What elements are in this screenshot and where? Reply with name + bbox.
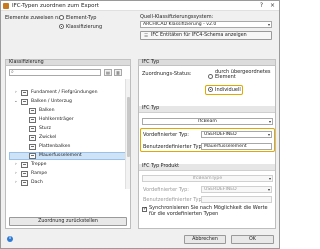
help-icon[interactable]: ?: [257, 2, 266, 10]
userdefined-type-label: Benutzerdefinierter Typ:: [143, 144, 204, 150]
product-predefined-select[interactable]: USERDEFINED ▾: [201, 186, 272, 193]
chevron-down-icon: ▾: [268, 176, 271, 181]
sync-checkbox[interactable]: [142, 206, 147, 212]
class-folder-icon: [21, 99, 28, 105]
search-input[interactable]: ⌕: [9, 69, 101, 76]
tree-item[interactable]: Plattenbalken: [9, 143, 129, 151]
ifc-entities-button[interactable]: ☰ IFC Entitäten für IFC4-Schema anzeigen: [140, 31, 272, 40]
ifc-type-header: IFC Typ: [138, 59, 276, 66]
tree-item-label: Treppe: [31, 162, 47, 167]
expand-all-button[interactable]: ▥: [114, 69, 122, 76]
radio-classification-label: Klassifizierung: [66, 24, 103, 30]
chevron-down-icon: ▾: [267, 187, 270, 192]
list-icon: ☰: [144, 34, 149, 39]
ifc-product-entity-select[interactable]: IfcBeamType ▾: [142, 175, 273, 182]
chevron-down-icon: ▾: [268, 119, 271, 124]
assign-label: Elemente zuweisen nac: [5, 15, 65, 21]
tree-item[interactable]: › Fundament / Fiefgründungen: [9, 89, 129, 97]
tree-item-label: Dach: [31, 180, 43, 185]
reset-assignment-button[interactable]: Zuordnung zurückstellen: [9, 217, 127, 226]
product-userdefined-input[interactable]: [201, 196, 272, 203]
chevron-right-icon: ›: [15, 171, 17, 176]
tree-item[interactable]: Hohlkernträger: [9, 116, 129, 124]
class-item-icon: [29, 153, 36, 159]
chevron-down-icon: ▾: [267, 132, 270, 137]
class-folder-icon: [21, 90, 28, 96]
dialog-window: IFC-Typen zuordnen zum Export ? × Elemen…: [0, 0, 280, 249]
tree-item-label: Zwickel: [39, 135, 57, 140]
tree-item-label: Plattenbalken: [39, 144, 71, 149]
classification-header: Klassifizierung: [5, 59, 131, 66]
window-title: IFC-Typen zuordnen zum Export: [12, 3, 99, 9]
tree-item[interactable]: › Rampe: [9, 170, 129, 178]
chevron-down-icon: ⌄: [14, 99, 18, 104]
tree-item-selected[interactable]: Mauerfusselement: [9, 152, 129, 160]
radio-individual-label: Individuell: [215, 87, 241, 93]
product-predefined-value: USERDEFINED: [204, 187, 237, 192]
source-label: Quell-Klassifizierungssystem:: [140, 14, 214, 20]
tree-item-label: Balken / Unterzug: [31, 99, 72, 104]
tree-item[interactable]: › Treppe: [9, 161, 129, 169]
class-folder-icon: [21, 162, 28, 168]
source-system-select[interactable]: ARCHICAD Klassifizierung - v2.0 ▾: [140, 21, 272, 28]
collapse-all-button[interactable]: ▤: [104, 69, 112, 76]
ifc-entity-select[interactable]: IfcBeam ▾: [142, 118, 273, 125]
tree-item-label: Hohlkernträger: [39, 117, 74, 122]
class-folder-icon: [21, 180, 28, 186]
scrollbar-thumb[interactable]: [127, 97, 130, 157]
ok-button[interactable]: OK: [231, 235, 274, 244]
radio-classification[interactable]: [59, 24, 64, 29]
chevron-right-icon: ›: [15, 180, 17, 185]
product-predefined-label: Vordefinierter Typ:: [143, 187, 189, 193]
radio-inherited-label: durch übergeordnetes Element: [215, 69, 271, 80]
cancel-button[interactable]: Abbrechen: [184, 235, 226, 244]
close-icon[interactable]: ×: [268, 2, 277, 10]
tree-item[interactable]: › Dach: [9, 179, 129, 187]
info-icon[interactable]: i: [7, 236, 13, 242]
tree-item[interactable]: Zwickel: [9, 134, 129, 142]
class-item-icon: [29, 135, 36, 141]
predefined-type-value: USERDEFINED: [204, 132, 237, 137]
radio-individual[interactable]: [208, 87, 213, 92]
predefined-type-label: Vordefinierter Typ:: [143, 132, 189, 138]
class-item-icon: [29, 117, 36, 123]
class-item-icon: [29, 126, 36, 132]
tree-scrollbar[interactable]: [125, 79, 130, 189]
radio-element-type-label: Element-Typ: [66, 15, 97, 21]
radio-element-type[interactable]: [59, 15, 64, 20]
tree-item-label: Fundament / Fiefgründungen: [31, 90, 98, 95]
product-userdefined-label: Benutzerdefinierter Typ:: [143, 197, 204, 203]
tree-item-label: Sturz: [39, 126, 51, 131]
tree-item-label: Balken: [39, 108, 55, 113]
radio-inherited[interactable]: [208, 74, 213, 79]
ifc-entity-value: IfcBeam: [198, 119, 217, 124]
predefined-type-select[interactable]: USERDEFINED ▾: [201, 131, 272, 138]
class-item-icon: [29, 144, 36, 150]
ifc-product-group-header: IFC Typ Produkt: [139, 164, 275, 171]
assignment-status-label: Zuordnungs-Status:: [142, 71, 192, 77]
app-icon: [3, 3, 9, 9]
tree-item[interactable]: ⌄ Balken / Unterzug: [9, 98, 129, 106]
tree-item[interactable]: Sturz: [9, 125, 129, 133]
chevron-right-icon: ›: [15, 162, 17, 167]
chevron-right-icon: ›: [15, 90, 17, 95]
ifc-type-group-header: IFC Typ: [139, 106, 275, 113]
chevron-down-icon: ▾: [267, 22, 270, 27]
search-icon: ⌕: [11, 69, 14, 75]
tree-item[interactable]: Balken: [9, 107, 129, 115]
sync-checkbox-label: Synchronisieren Sie nach Möglichkeit die…: [149, 205, 268, 217]
ifc-product-entity-value: IfcBeamType: [192, 176, 223, 181]
userdefined-type-input[interactable]: Mauerfusselement: [201, 143, 272, 150]
tree-item-label: Rampe: [31, 171, 48, 176]
tree-item-label: Mauerfusselement: [39, 153, 82, 158]
class-item-icon: [29, 108, 36, 114]
title-bar: IFC-Typen zuordnen zum Export ? ×: [1, 1, 279, 11]
ifc-entities-button-label: IFC Entitäten für IFC4-Schema anzeigen: [151, 33, 247, 38]
class-folder-icon: [21, 171, 28, 177]
source-system-value: ARCHICAD Klassifizierung - v2.0: [143, 22, 217, 27]
